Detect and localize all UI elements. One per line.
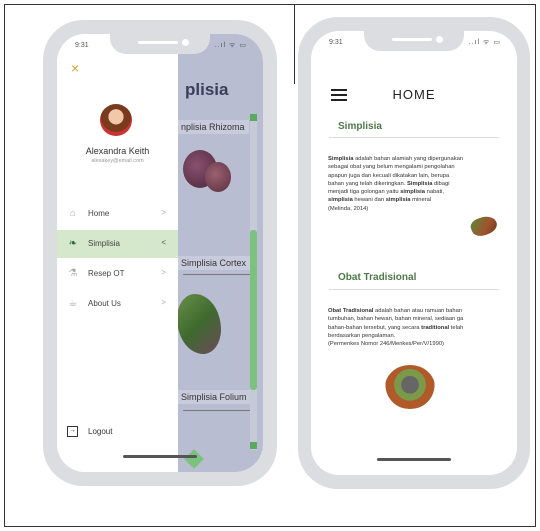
- logout-button[interactable]: Logout: [88, 427, 112, 436]
- figure-divider: [294, 4, 295, 84]
- text-line: (Permenkes Nomor 246/Menkes/Per/V/1990): [328, 341, 444, 348]
- list-divider: [183, 274, 253, 275]
- status-icons: ..ıl ᯤ ▭: [468, 39, 501, 46]
- text-line: menjadi tiga golongan yaitu simplisia na…: [328, 189, 445, 196]
- home-icon: ⌂: [69, 208, 77, 219]
- section-title-obat-tradisional: Obat Tradisional: [338, 272, 417, 283]
- section-text-simplisia: Simplisia adalah bahan alamiah yang dipe…: [328, 155, 511, 213]
- phone-notch: [110, 34, 210, 54]
- phone-drawer-mockup: plisia nplisia Rhizoma Simplisia Cortex …: [43, 20, 277, 486]
- text-line: sebagai obat yang belum mengalami pengol…: [328, 164, 455, 171]
- rhizoma-image-2: [205, 162, 231, 192]
- menu-item-label: Simplisia: [88, 239, 121, 248]
- status-time: 9:31: [329, 39, 343, 46]
- text-line: simplisia hewani dan simplisia mineral: [328, 197, 432, 204]
- menu-item-home[interactable]: ⌂ Home >: [57, 200, 178, 228]
- phone-notch: [364, 31, 464, 51]
- text-line: tumbuhan, bahan hewan, bahan mineral, se…: [328, 316, 464, 323]
- phone-home-mockup: 9:31 ..ıl ᯤ ▭ HOME Simplisia Simplisia a…: [298, 17, 530, 489]
- text-line: Obat Tradisional adalah bahan atau ramua…: [328, 308, 463, 314]
- chevron-right-icon: >: [161, 298, 166, 307]
- menu-item-resep-ot[interactable]: ⚗ Resep OT >: [57, 260, 178, 288]
- menu-item-label: About Us: [88, 299, 121, 308]
- user-name: Alexandra Keith: [85, 146, 150, 156]
- logout-icon[interactable]: →: [67, 426, 78, 437]
- chevron-right-icon: >: [161, 268, 166, 277]
- text-line: berdasarkan pengalaman.: [328, 332, 396, 339]
- cup-icon: ☕: [68, 298, 78, 309]
- simplisia-image: [468, 213, 500, 239]
- phone-screen: plisia nplisia Rhizoma Simplisia Cortex …: [57, 34, 263, 472]
- close-icon[interactable]: ×: [71, 60, 79, 76]
- home-indicator[interactable]: [123, 455, 197, 458]
- menu-item-simplisia[interactable]: ❧ Simplisia <: [57, 230, 178, 258]
- text-line: Simplisia adalah bahan alamiah yang dipe…: [328, 156, 464, 162]
- avatar: [100, 104, 132, 136]
- scroll-down-arrow[interactable]: [250, 442, 257, 449]
- text-line: bahan yang telah dikeringkan. Simplisia …: [328, 180, 450, 187]
- section-text-obat-tradisional: Obat Tradisional adalah bahan atau ramua…: [328, 307, 511, 348]
- page-title: HOME: [392, 87, 436, 102]
- menu-item-label: Resep OT: [88, 269, 125, 278]
- status-icons: ..ıl ᯤ ▭: [214, 42, 247, 49]
- chevron-right-icon: >: [161, 208, 166, 217]
- section-title-simplisia: Simplisia: [338, 121, 382, 132]
- menu-item-label: Home: [88, 209, 110, 218]
- scrollbar-thumb[interactable]: [250, 230, 257, 390]
- text-line: bahan-bahan tersebut, yang secara tradit…: [328, 324, 464, 331]
- mortar-icon: ⚗: [68, 268, 78, 279]
- list-item-folium[interactable]: Simplisia Folium: [177, 390, 251, 404]
- list-item-cortex[interactable]: Simplisia Cortex: [177, 256, 251, 270]
- home-indicator[interactable]: [377, 458, 451, 461]
- scroll-up-arrow[interactable]: [250, 114, 257, 121]
- section-divider: [329, 289, 499, 290]
- chevron-left-icon: <: [161, 238, 166, 247]
- background-title: plisia: [185, 80, 229, 99]
- phone-screen: 9:31 ..ıl ᯤ ▭ HOME Simplisia Simplisia a…: [311, 31, 517, 475]
- section-divider: [329, 137, 499, 138]
- text-line: apapun juga dan kecuali dikatakan lain, …: [328, 172, 450, 179]
- list-item-rhizoma[interactable]: nplisia Rhizoma: [177, 120, 249, 134]
- navigation-drawer: × Alexandra Keith alexakey@email.com ⌂ H…: [57, 34, 178, 472]
- leaf-icon: ❧: [68, 238, 78, 249]
- menu-item-about-us[interactable]: ☕ About Us >: [57, 290, 178, 318]
- user-email: alexakey@email.com: [91, 158, 144, 164]
- text-line: (Melinda, 2014): [328, 205, 369, 212]
- status-time: 9:31: [75, 42, 89, 49]
- list-divider: [183, 410, 253, 411]
- jamu-image: [385, 365, 435, 409]
